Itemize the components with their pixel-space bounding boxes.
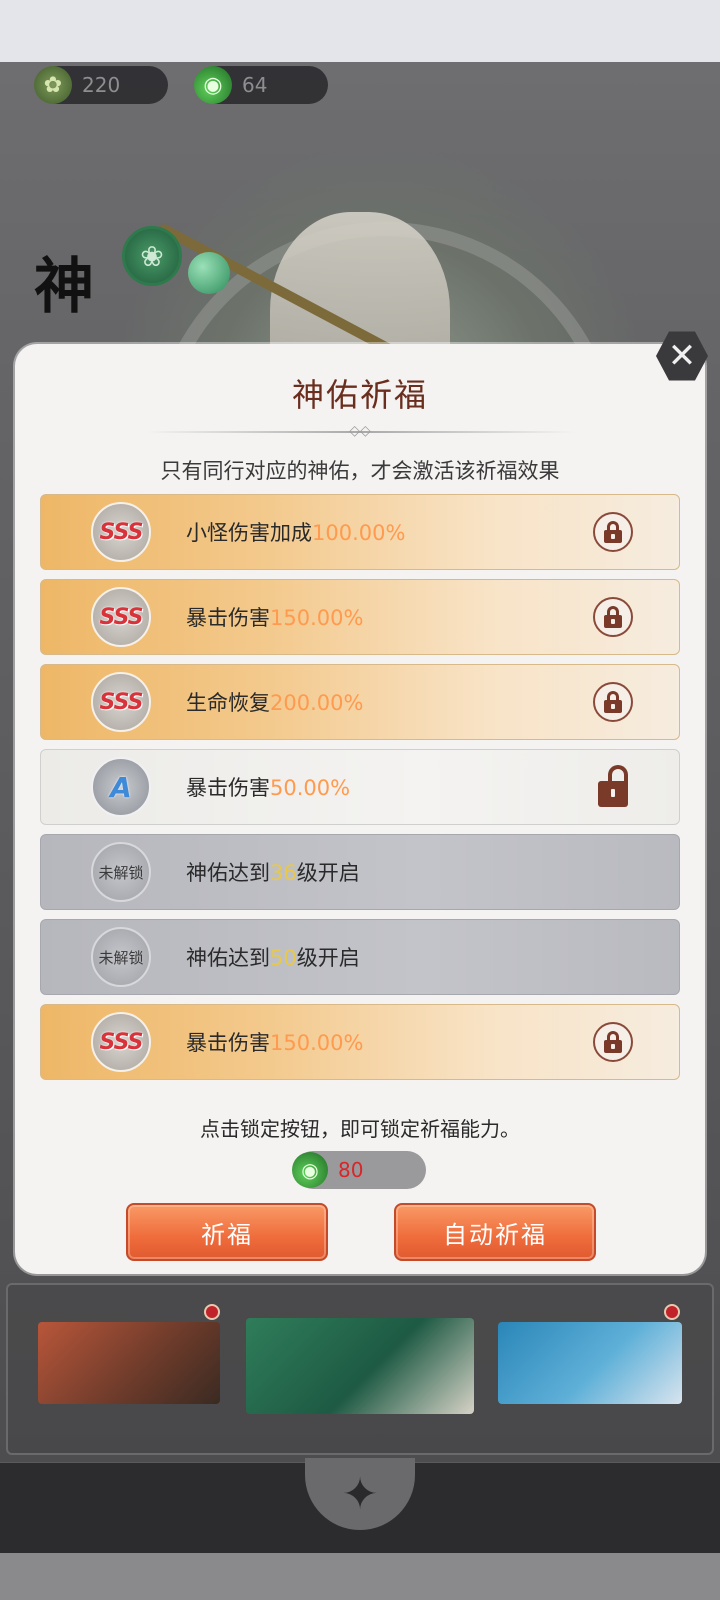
locked-badge: 未解锁 — [91, 927, 151, 987]
blessing-row-locked: 未解锁 神佑达到36级开启 — [40, 834, 680, 910]
blessing-row: SSS 生命恢复200.00% — [40, 664, 680, 740]
unlock-icon[interactable] — [598, 765, 632, 809]
bottom-bar-lower — [0, 1553, 720, 1600]
lock-icon — [604, 606, 622, 628]
lock-button[interactable] — [593, 597, 633, 637]
potion-count: 64 — [242, 73, 268, 97]
potion-icon: ◉ — [292, 1152, 328, 1188]
leaf-count: 220 — [82, 73, 121, 97]
modal-title: 神佑祈福 — [291, 376, 428, 414]
leaf-icon: ✿ — [34, 66, 72, 104]
jade-orb — [188, 252, 230, 294]
unlock-requirement: 神佑达到50级开启 — [186, 946, 360, 970]
lock-hint: 点击锁定按钮，即可锁定祈福能力。 — [200, 1117, 520, 1141]
potion-resource: ◉ 64 — [194, 66, 328, 104]
grade-badge: SSS — [91, 1012, 151, 1072]
hero-card-1[interactable] — [38, 1322, 220, 1404]
divider-ornament-icon: ◇◇ — [349, 423, 371, 439]
lock-button[interactable] — [593, 512, 633, 552]
leaf-resource: ✿ 220 — [34, 66, 168, 104]
potion-icon: ◉ — [194, 66, 232, 104]
cost-value: 80 — [338, 1158, 364, 1182]
lock-icon — [604, 691, 622, 713]
modal-subtitle: 只有同行对应的神佑，才会激活该祈福效果 — [160, 459, 560, 483]
hero-card-2[interactable] — [246, 1318, 474, 1414]
blessing-text: 暴击伤害150.00% — [186, 1031, 364, 1055]
lock-icon — [604, 521, 622, 543]
side-title: 神 — [34, 252, 94, 322]
grade-badge: SSS — [91, 672, 151, 732]
blessing-text: 暴击伤害50.00% — [186, 776, 351, 800]
grade-badge: A — [91, 757, 151, 817]
blessing-row: SSS 暴击伤害150.00% — [40, 1004, 680, 1080]
grade-badge: SSS — [91, 587, 151, 647]
lock-button[interactable] — [593, 1022, 633, 1062]
blessing-text: 暴击伤害150.00% — [186, 606, 364, 630]
locked-badge: 未解锁 — [91, 842, 151, 902]
status-bar — [0, 0, 720, 62]
notification-dot — [204, 1304, 220, 1320]
blessing-text: 生命恢复200.00% — [186, 691, 364, 715]
bless-cost: ◉ 80 — [292, 1151, 426, 1189]
notification-dot — [664, 1304, 680, 1320]
bless-button[interactable]: 祈福 — [126, 1203, 328, 1261]
wood-element-icon: ❀ — [122, 226, 182, 286]
blessing-text: 小怪伤害加成100.00% — [186, 521, 406, 545]
grade-badge: SSS — [91, 502, 151, 562]
hero-card-3[interactable] — [498, 1322, 682, 1404]
lock-icon — [604, 1031, 622, 1053]
blessing-row-locked: 未解锁 神佑达到50级开启 — [40, 919, 680, 995]
auto-bless-button[interactable]: 自动祈福 — [394, 1203, 596, 1261]
unlock-requirement: 神佑达到36级开启 — [186, 861, 360, 885]
blessing-row: SSS 小怪伤害加成100.00% — [40, 494, 680, 570]
lock-button[interactable] — [593, 682, 633, 722]
blessing-row: A 暴击伤害50.00% — [40, 749, 680, 825]
blessing-row: SSS 暴击伤害150.00% — [40, 579, 680, 655]
